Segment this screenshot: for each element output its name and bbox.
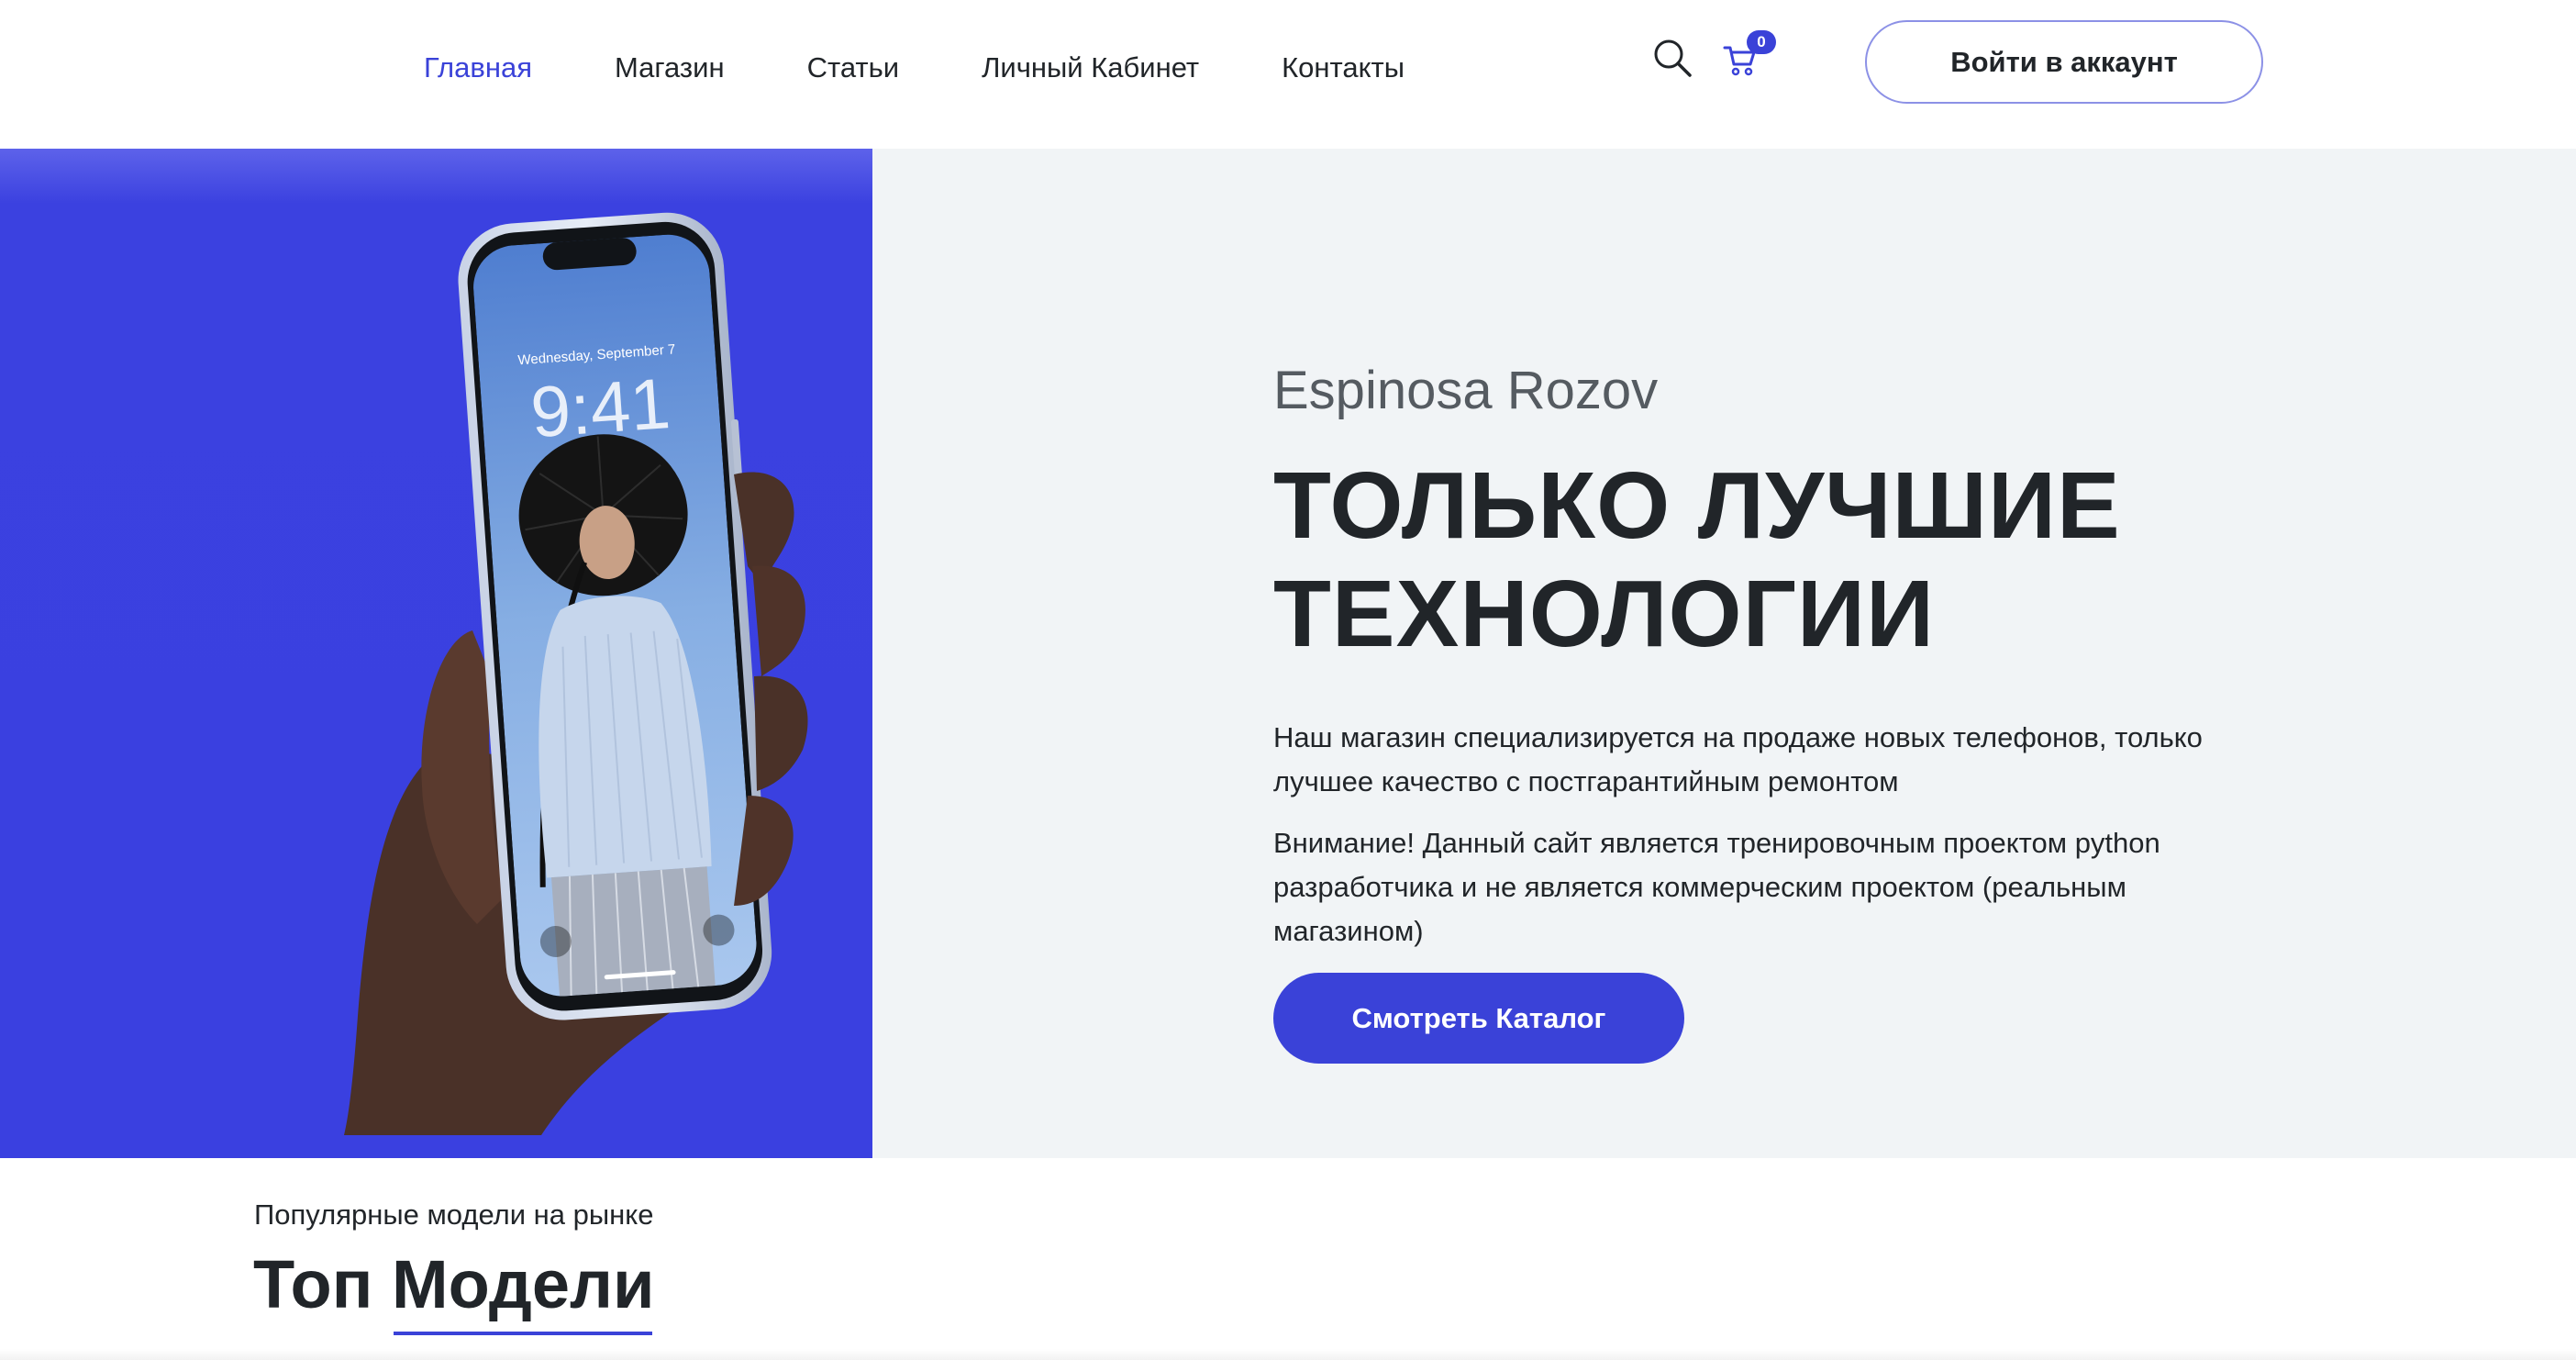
hand-holding-phone-image: Wednesday, September 7 9:41	[344, 212, 808, 1135]
view-catalog-button[interactable]: Смотреть Каталог	[1273, 973, 1684, 1064]
hero-disclaimer: Внимание! Данный сайт является тренирово…	[1273, 827, 2160, 947]
login-button[interactable]: Войти в аккаунт	[1865, 20, 2263, 104]
section-subtitle: Популярные модели на рынке	[254, 1198, 654, 1231]
site-header: Главная Магазин Статьи Личный Кабинет Ко…	[0, 0, 2576, 149]
main-nav: Главная Магазин Статьи Личный Кабинет Ко…	[424, 48, 1487, 88]
section-title-underline	[394, 1332, 652, 1335]
top-models-section: Популярные модели на рынке Топ Модели	[0, 1158, 2576, 1360]
nav-link-contacts[interactable]: Контакты	[1282, 48, 1405, 88]
nav-link-articles[interactable]: Статьи	[807, 48, 899, 88]
nav-link-account[interactable]: Личный Кабинет	[982, 48, 1199, 88]
hero-title-line2: ТЕХНОЛОГИИ	[1273, 561, 1936, 666]
cart-count-badge: 0	[1747, 30, 1776, 54]
nav-link-shop[interactable]: Магазин	[615, 48, 725, 88]
hero-brand: Espinosa Rozov	[1273, 361, 1659, 420]
cart-button[interactable]: 0	[1723, 28, 1787, 83]
hero-section: Wednesday, September 7 9:41 Espinosa Roz…	[0, 149, 2576, 1158]
phone-time-text: 9:41	[528, 362, 673, 452]
section-title: Топ Модели	[253, 1246, 655, 1322]
hero-image-panel: Wednesday, September 7 9:41	[0, 149, 872, 1158]
hero-description: Наш магазин специализируется на продаже …	[1273, 721, 2203, 797]
hero-title: ТОЛЬКО ЛУЧШИЕ ТЕХНОЛОГИИ	[1273, 451, 2282, 668]
search-icon[interactable]	[1651, 37, 1693, 79]
nav-link-home[interactable]: Главная	[424, 48, 532, 88]
section-divider	[0, 1349, 2576, 1360]
hero-title-line1: ТОЛЬКО ЛУЧШИЕ	[1273, 452, 2121, 558]
